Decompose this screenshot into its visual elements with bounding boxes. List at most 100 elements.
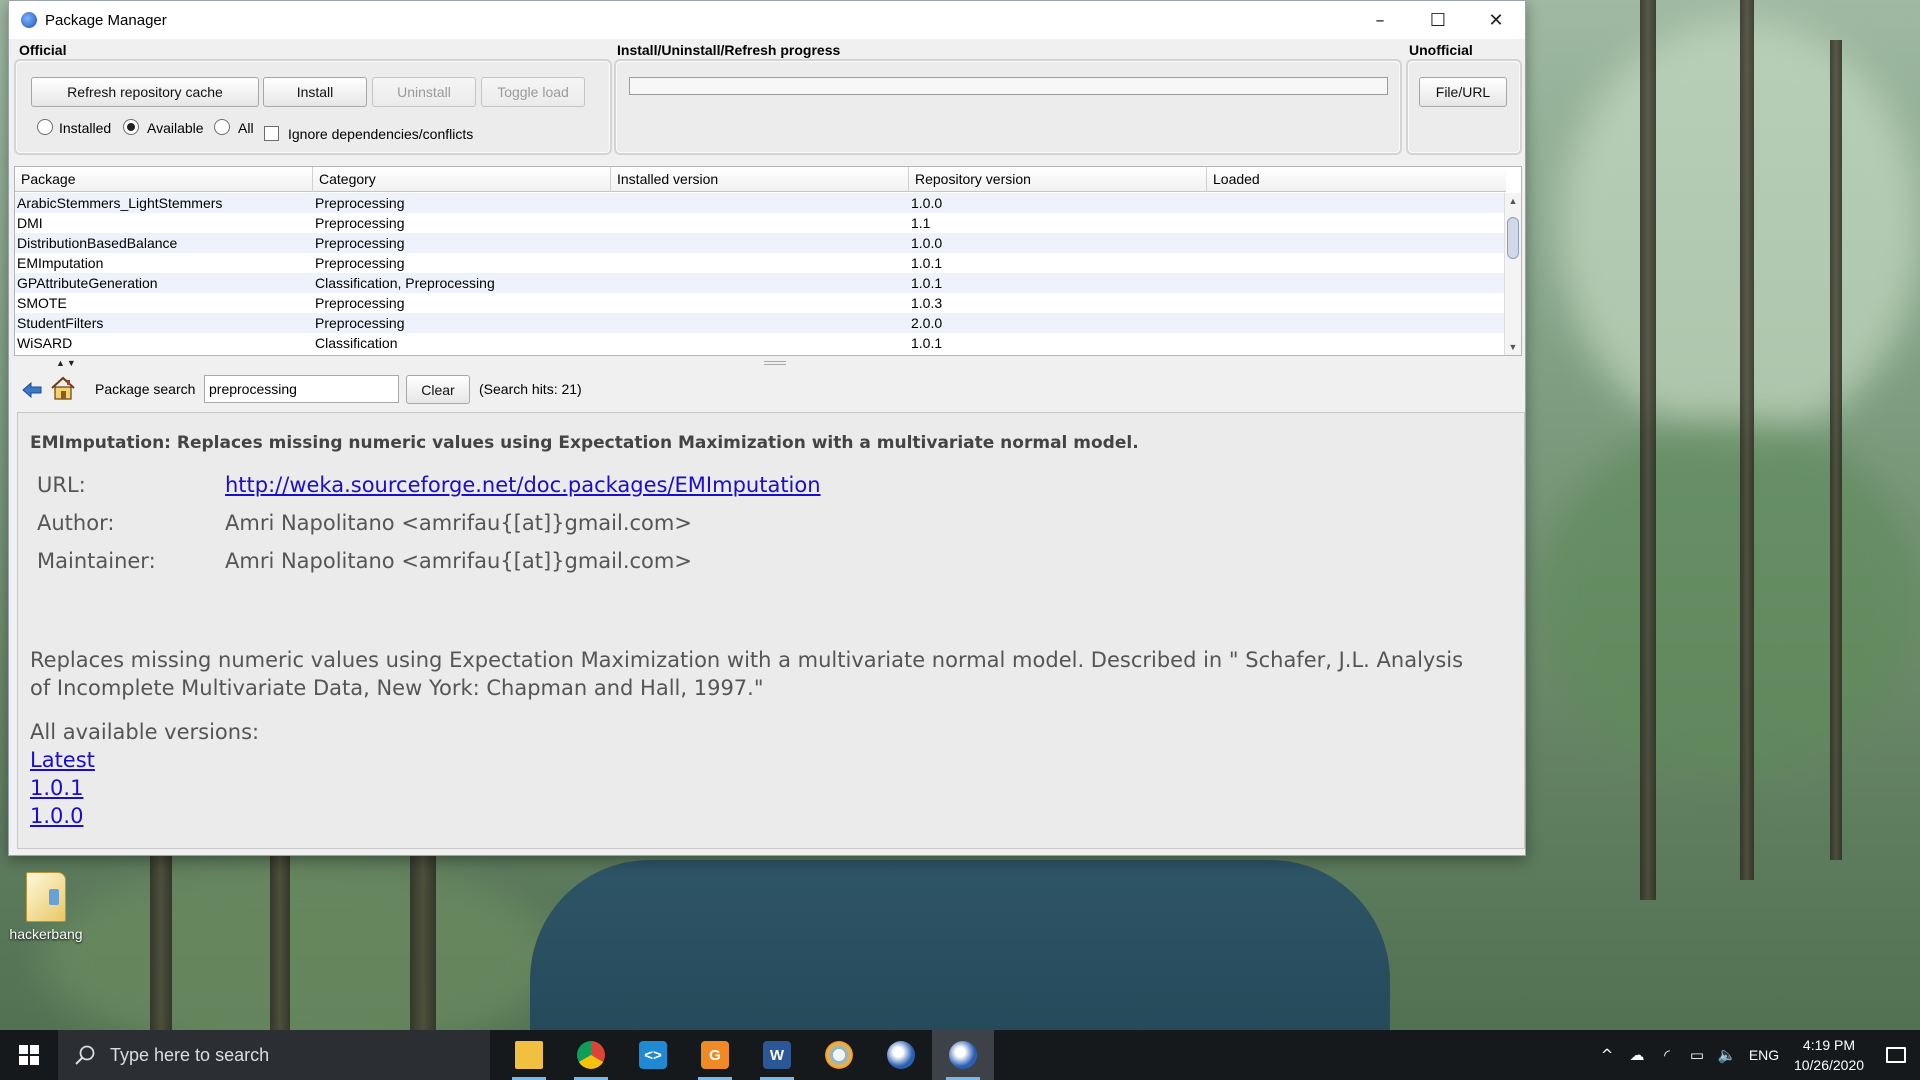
package-search-label: Package search <box>95 381 196 397</box>
package-url-link[interactable]: http://weka.sourceforge.net/doc.packages… <box>225 473 821 497</box>
author-value: Amri Napolitano <amrifau{[at]}gmail.com> <box>225 511 692 535</box>
table-row[interactable]: WiSARD Classification 1.0.1 <box>15 333 1506 353</box>
clock-date: 10/26/2020 <box>1793 1057 1865 1073</box>
maximize-button[interactable]: ☐ <box>1409 1 1467 39</box>
cell-category: Preprocessing <box>315 195 405 211</box>
cell-category: Preprocessing <box>315 215 405 231</box>
cell-installed-version <box>611 213 909 233</box>
official-label: Official <box>19 42 67 58</box>
taskbar-weka[interactable] <box>870 1030 932 1080</box>
word-icon: W <box>763 1041 791 1069</box>
toggle-load-button[interactable]: Toggle load <box>481 77 585 107</box>
cell-package: DistributionBasedBalance <box>17 235 178 251</box>
table-row[interactable]: ArabicStemmers_LightStemmers Preprocessin… <box>15 193 1506 213</box>
show-hidden-icons-chevron-icon[interactable]: ^ <box>1592 1046 1622 1064</box>
taskbar-weka-active[interactable] <box>932 1030 994 1080</box>
table-row[interactable]: DistributionBasedBalance Preprocessing 1.0… <box>15 233 1506 253</box>
column-header-loaded[interactable]: Loaded <box>1207 167 1506 192</box>
table-row[interactable]: EMImputation Preprocessing 1.0.1 <box>15 253 1506 273</box>
table-row[interactable]: DMI Preprocessing 1.1 <box>15 213 1506 233</box>
home-icon[interactable] <box>50 375 76 401</box>
table-body: ArabicStemmers_LightStemmers Preprocessin… <box>15 193 1506 353</box>
desktop-icon-label: hackerbang <box>9 926 83 942</box>
scroll-up-arrow-icon[interactable]: ▲ <box>1505 193 1521 209</box>
taskbar-file-explorer[interactable] <box>498 1030 560 1080</box>
scroll-down-arrow-icon[interactable]: ▼ <box>1505 339 1521 355</box>
radio-available[interactable] <box>123 119 139 135</box>
table-row[interactable]: GPAttributeGeneration Classification, Pre… <box>15 273 1506 293</box>
table-row[interactable]: SMOTE Preprocessing 1.0.3 <box>15 293 1506 313</box>
radio-available-label: Available <box>147 120 204 136</box>
cell-category: Classification, Preprocessing <box>315 275 495 291</box>
version-link-latest[interactable]: Latest <box>30 748 95 772</box>
install-progress-bar <box>629 77 1388 95</box>
cell-category: Preprocessing <box>315 255 405 271</box>
radio-installed[interactable] <box>37 119 53 135</box>
pane-splitter[interactable]: ▲▼ <box>14 358 1522 368</box>
clear-search-button[interactable]: Clear <box>406 375 470 404</box>
version-link-1-0-1[interactable]: 1.0.1 <box>30 776 83 800</box>
cell-repository-version: 2.0.0 <box>911 315 943 331</box>
package-info-pane: EMImputation: Replaces missing numeric v… <box>17 412 1525 849</box>
splitter-collapse-icons[interactable]: ▲▼ <box>56 358 78 368</box>
pdf-editor-icon: G <box>701 1041 729 1069</box>
cell-loaded <box>1207 313 1506 333</box>
taskbar-search-box[interactable]: Type here to search <box>58 1030 490 1080</box>
search-hits-text: (Search hits: 21) <box>479 381 582 397</box>
maintainer-value: Amri Napolitano <amrifau{[at]}gmail.com> <box>225 549 692 573</box>
taskbar-pdf-editor[interactable]: G <box>684 1030 746 1080</box>
desktop-folder-hackerbang[interactable]: hackerbang <box>4 872 88 942</box>
version-link-1-0-0[interactable]: 1.0.0 <box>30 804 83 828</box>
cell-installed-version <box>611 273 909 293</box>
refresh-repository-cache-button[interactable]: Refresh repository cache <box>31 77 259 107</box>
column-header-installed-version[interactable]: Installed version <box>611 167 909 192</box>
column-header-package[interactable]: Package <box>15 167 313 192</box>
column-header-repository-version[interactable]: Repository version <box>909 167 1207 192</box>
close-button[interactable]: ✕ <box>1467 1 1525 39</box>
action-center-button[interactable] <box>1872 1047 1920 1063</box>
clock[interactable]: 4:19 PM 10/26/2020 <box>1786 1035 1872 1075</box>
install-button[interactable]: Install <box>263 77 367 107</box>
taskbar: Type here to search <> G W ^ ☁ ◜ ▭ 🔈 ENG… <box>0 1030 1920 1080</box>
file-url-button[interactable]: File/URL <box>1419 77 1507 107</box>
unofficial-group <box>1406 59 1522 155</box>
network-icon[interactable]: ◜ <box>1652 1046 1682 1064</box>
package-search-input[interactable] <box>204 375 399 403</box>
weka-app-icon <box>21 12 37 28</box>
cell-loaded <box>1207 233 1506 253</box>
taskbar-word[interactable]: W <box>746 1030 808 1080</box>
cell-repository-version: 1.0.3 <box>911 295 943 311</box>
column-header-category[interactable]: Category <box>313 167 611 192</box>
radio-all[interactable] <box>214 119 230 135</box>
taskbar-paint[interactable] <box>808 1030 870 1080</box>
battery-icon[interactable]: ▭ <box>1682 1046 1712 1064</box>
ignore-dependencies-checkbox[interactable] <box>264 126 279 141</box>
onedrive-cloud-icon[interactable]: ☁ <box>1622 1046 1652 1064</box>
table-header: Package Category Installed version Repos… <box>15 167 1506 192</box>
cell-package: SMOTE <box>17 295 67 311</box>
title-bar[interactable]: Package Manager – ☐ ✕ <box>9 1 1525 39</box>
cell-category: Classification <box>315 335 398 351</box>
progress-label: Install/Uninstall/Refresh progress <box>617 42 841 58</box>
minimize-button[interactable]: – <box>1351 1 1409 39</box>
radio-installed-label: Installed <box>59 120 112 136</box>
cell-package: EMImputation <box>17 255 104 271</box>
splitter-grip[interactable] <box>764 361 786 365</box>
cell-repository-version: 1.1 <box>911 215 931 231</box>
taskbar-vscode[interactable]: <> <box>622 1030 684 1080</box>
uninstall-button[interactable]: Uninstall <box>372 77 476 107</box>
language-indicator[interactable]: ENG <box>1742 1047 1786 1063</box>
scroll-thumb[interactable] <box>1507 217 1519 259</box>
cell-loaded <box>1207 193 1506 213</box>
start-button[interactable] <box>0 1030 58 1080</box>
author-key: Author: <box>37 511 115 535</box>
back-arrow-icon[interactable] <box>22 382 42 398</box>
package-manager-window: Package Manager – ☐ ✕ Official Refresh r… <box>8 0 1526 856</box>
cell-repository-version: 1.0.1 <box>911 275 943 291</box>
volume-icon[interactable]: 🔈 <box>1712 1046 1742 1064</box>
taskbar-chrome[interactable] <box>560 1030 622 1080</box>
cell-package: StudentFilters <box>17 315 104 331</box>
table-vertical-scrollbar[interactable]: ▲ ▼ <box>1504 193 1521 355</box>
cell-repository-version: 1.0.0 <box>911 195 943 211</box>
table-row[interactable]: StudentFilters Preprocessing 2.0.0 <box>15 313 1506 333</box>
